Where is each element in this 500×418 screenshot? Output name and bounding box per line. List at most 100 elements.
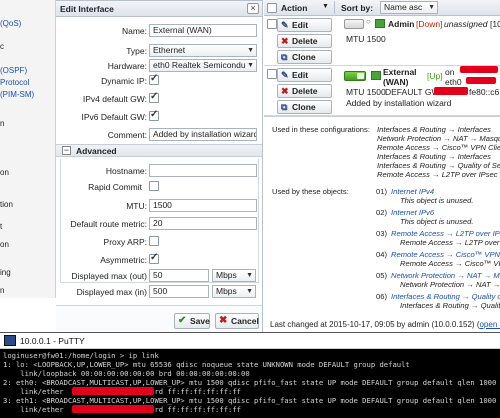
asymmetric-checkbox[interactable] bbox=[149, 252, 159, 264]
row-checkbox[interactable] bbox=[267, 19, 277, 29]
open-changelog-link[interactable]: open Char bbox=[479, 320, 500, 329]
sidebar-item[interactable]: c bbox=[0, 42, 4, 51]
object-num: 02) bbox=[376, 208, 387, 217]
close-icon[interactable]: × bbox=[247, 3, 259, 14]
sidebar-item[interactable]: t bbox=[0, 222, 2, 231]
configs-label: Used in these configurations: bbox=[272, 125, 370, 134]
status-toggle-on[interactable] bbox=[344, 71, 366, 81]
putty-titlebar[interactable]: 10.0.0.1 - PuTTY bbox=[0, 333, 500, 349]
sort-select[interactable]: Name asc ▼ bbox=[380, 1, 438, 14]
object-link[interactable]: Internet IPv6 bbox=[391, 208, 434, 217]
max-in-unit-value: Mbps bbox=[216, 286, 237, 296]
max-out-input[interactable]: 50 bbox=[149, 269, 209, 282]
clone-button[interactable]: ⧉ Clone bbox=[277, 100, 332, 114]
row-gateway: DEFAULT GW bbox=[385, 87, 440, 97]
edit-button[interactable]: ✎ Edit bbox=[277, 68, 332, 82]
sidebar-item[interactable]: on bbox=[0, 168, 9, 177]
object-link[interactable]: Network Protection → NAT → Mas bbox=[391, 271, 500, 280]
collapse-icon[interactable]: − bbox=[62, 146, 71, 155]
status-toggle-off[interactable] bbox=[344, 19, 364, 29]
delete-button[interactable]: ✖ Delete bbox=[277, 84, 332, 98]
objects-label: Used by these objects: bbox=[272, 187, 349, 196]
sidebar-nav: (QoS) c (OSPF) Protocol (PIM-SM) n on ti… bbox=[0, 0, 56, 298]
dynamic-ip-label: Dynamic IP: bbox=[101, 76, 147, 86]
object-sub: Remote Access → Cisco™ VPN bbox=[400, 259, 500, 268]
name-input[interactable]: External (WAN) bbox=[149, 24, 257, 37]
mtu-input[interactable]: 1500 bbox=[149, 199, 257, 212]
clone-button[interactable]: ⧉ Clone bbox=[277, 50, 332, 64]
delete-x-icon: ✖ bbox=[281, 36, 289, 46]
action-menu-icon[interactable]: ▼ bbox=[322, 3, 329, 10]
config-item: Interfaces & Routing → Interfaces bbox=[377, 152, 491, 161]
save-button[interactable]: ✔ Save bbox=[174, 313, 210, 329]
object-link[interactable]: Remote Access → L2TP over IPse bbox=[391, 229, 500, 238]
last-changed-text: Last changed at 2015-10-17, 09:05 by adm… bbox=[270, 320, 480, 329]
ipv4-gw-checkbox[interactable] bbox=[149, 91, 159, 103]
select-all-checkbox[interactable] bbox=[267, 3, 277, 13]
delete-button-label: Delete bbox=[292, 36, 318, 46]
proxy-arp-label: Proxy ARP: bbox=[103, 237, 147, 247]
object-sub: Network Protection → NAT → M bbox=[400, 280, 500, 289]
hardware-select-value: eth0 Realtek Semicondu bbox=[153, 60, 246, 70]
advanced-section-header[interactable]: − Advanced bbox=[56, 144, 262, 157]
sidebar-item[interactable]: on bbox=[0, 240, 9, 249]
list-toolbar: Action ▼ Sort by: Name asc ▼ bbox=[264, 0, 500, 16]
route-metric-input[interactable]: 20 bbox=[149, 217, 257, 230]
config-item: Interfaces & Routing → Quality of Se bbox=[377, 161, 500, 170]
object-link[interactable]: Interfaces & Routing → Quality of bbox=[391, 292, 500, 301]
dialog-footer: ✔ Save ✖ Cancel bbox=[56, 305, 262, 332]
sidebar-item[interactable]: n bbox=[0, 119, 4, 128]
hostname-input[interactable] bbox=[149, 164, 257, 177]
edit-button[interactable]: ✎ Edit bbox=[277, 18, 332, 32]
row-on-label: on bbox=[445, 67, 455, 77]
terminal-line: loginuser@fw01:/home/login > ip link bbox=[3, 351, 159, 360]
cancel-button-label: Cancel bbox=[231, 316, 259, 326]
row-state: [Down] bbox=[416, 19, 443, 29]
comment-input[interactable]: Added by installation wizard bbox=[149, 128, 257, 141]
delete-button[interactable]: ✖ Delete bbox=[277, 34, 332, 48]
object-sub: Interfaces & Routing → Qualit bbox=[400, 301, 500, 310]
row-mtu: MTU 1500 bbox=[346, 34, 386, 44]
cancel-x-icon: ✖ bbox=[219, 315, 228, 326]
dialog-title: Edit Interface bbox=[60, 4, 114, 14]
max-out-unit-select[interactable]: Mbps ▼ bbox=[212, 269, 256, 282]
action-label[interactable]: Action bbox=[281, 3, 307, 13]
row-name: Admin bbox=[388, 19, 415, 29]
advanced-title: Advanced bbox=[76, 146, 117, 156]
row-state: [Up] bbox=[427, 71, 443, 81]
max-in-unit-select[interactable]: Mbps ▼ bbox=[212, 285, 256, 298]
config-item: Remote Access → Cisco™ VPN Clie bbox=[377, 143, 500, 152]
putty-terminal-window[interactable]: 10.0.0.1 - PuTTY loginuser@fw01:/home/lo… bbox=[0, 332, 500, 418]
sidebar-item[interactable]: (PIM-SM) bbox=[0, 90, 34, 99]
chevron-down-icon: ▼ bbox=[246, 272, 253, 279]
interface-type-icon bbox=[371, 71, 381, 80]
type-select[interactable]: Ethernet ▼ bbox=[149, 44, 257, 57]
dynamic-ip-checkbox[interactable] bbox=[149, 73, 159, 85]
proxy-arp-checkbox[interactable] bbox=[149, 236, 159, 246]
terminal-line: 1: lo: <LOOPBACK,UP,LOWER_UP> mtu 65536 … bbox=[3, 360, 410, 369]
delete-x-icon: ✖ bbox=[281, 86, 289, 96]
hardware-label: Hardware: bbox=[107, 61, 147, 71]
sidebar-item[interactable]: tion bbox=[0, 200, 13, 209]
object-link[interactable]: Remote Access → Cisco™ VPN C bbox=[391, 250, 500, 259]
max-in-input[interactable]: 500 bbox=[149, 285, 209, 298]
sidebar-item[interactable]: (OSPF) bbox=[0, 66, 27, 75]
object-link[interactable]: Internet IPv4 bbox=[391, 187, 434, 196]
sidebar-item[interactable]: Protocol bbox=[0, 78, 29, 87]
cancel-button[interactable]: ✖ Cancel bbox=[215, 313, 259, 329]
sidebar-item[interactable]: ing bbox=[0, 268, 11, 277]
max-out-unit-value: Mbps bbox=[216, 270, 237, 280]
sidebar-item[interactable]: (QoS) bbox=[0, 19, 21, 28]
edit-icon: ✎ bbox=[281, 20, 289, 30]
hardware-select[interactable]: eth0 Realtek Semicondu ▼ bbox=[149, 59, 257, 72]
clone-button-label: Clone bbox=[292, 52, 316, 62]
last-changed-info: Last changed at 2015-10-17, 09:05 by adm… bbox=[270, 320, 500, 329]
ipv6-gw-checkbox[interactable] bbox=[149, 109, 159, 121]
mtu-label: MTU: bbox=[126, 201, 147, 211]
sidebar-item[interactable]: n bbox=[0, 286, 4, 295]
chevron-down-icon: ▼ bbox=[246, 288, 253, 295]
rapid-commit-checkbox[interactable] bbox=[149, 181, 159, 191]
edit-interface-dialog: Edit Interface × Name: External (WAN) Ty… bbox=[56, 0, 263, 332]
row-checkbox[interactable] bbox=[267, 69, 277, 79]
row-extra: [10.0 bbox=[490, 19, 500, 29]
